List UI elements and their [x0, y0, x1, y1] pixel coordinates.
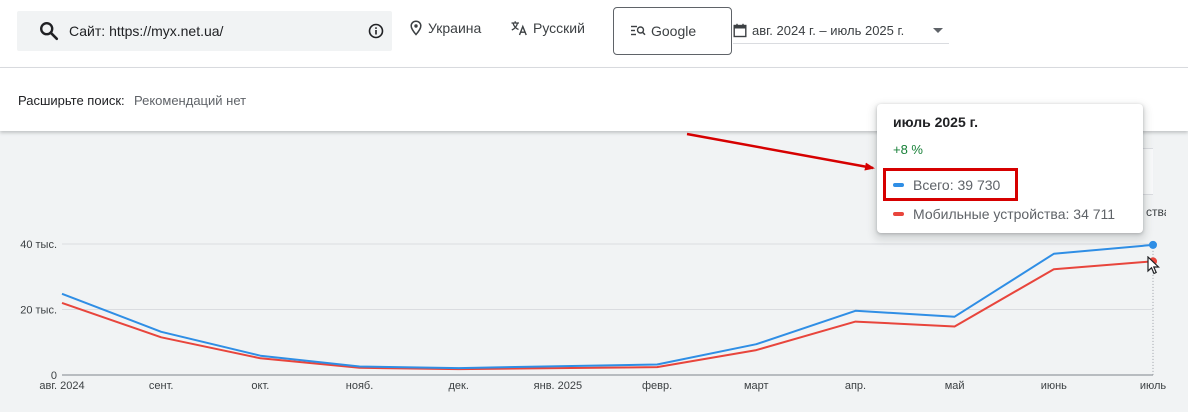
x-tick-label: июль [1140, 380, 1167, 392]
search-input[interactable]: Сайт: https://myx.net.ua/ [69, 23, 368, 39]
y-tick-label: 40 тыс. [20, 239, 57, 251]
language-filter[interactable]: Русский [510, 20, 585, 36]
period-label: авг. 2024 г. – июль 2025 г. [752, 23, 905, 38]
y-tick-label: 20 тыс. [20, 305, 57, 317]
top-toolbar: Сайт: https://myx.net.ua/ Украина Русски… [0, 0, 1188, 68]
search-list-icon [631, 25, 646, 36]
x-tick-label: янв. 2025 [534, 380, 582, 392]
legend-swatch-mobile [893, 212, 904, 216]
series-line-mobile [61, 260, 1154, 371]
search-engine-label: Google [651, 23, 697, 39]
calendar-icon [733, 23, 747, 38]
chevron-down-icon[interactable] [933, 28, 943, 33]
language-label: Русский [533, 20, 585, 36]
x-tick-label: март [744, 380, 769, 392]
x-tick-label: апр. [845, 380, 866, 392]
mouse-cursor-icon [1147, 256, 1160, 275]
expand-search-label: Расширьте поиск: [18, 93, 125, 108]
search-icon [40, 22, 59, 41]
x-tick-label: дек. [449, 380, 469, 392]
tooltip-change: +8 % [893, 142, 923, 157]
info-icon[interactable] [368, 23, 384, 39]
country-label: Украина [428, 20, 482, 36]
x-tick-label: июнь [1041, 380, 1067, 392]
search-field[interactable]: Сайт: https://myx.net.ua/ [17, 11, 392, 51]
chart-tooltip: июль 2025 г. +8 % Всего: 39 730 Мобильны… [877, 104, 1143, 233]
tooltip-mobile-label: Мобильные устройства: 34 711 [913, 206, 1116, 222]
x-tick-label: сент. [149, 380, 174, 392]
expand-search-value: Рекомендаций нет [134, 93, 247, 108]
search-engine-selector[interactable]: Google [613, 7, 732, 55]
x-tick-label: май [945, 380, 965, 392]
annotation-highlight-box [883, 168, 1018, 201]
x-tick-label: окт. [251, 380, 269, 392]
partially-hidden-label: ства [1146, 205, 1166, 219]
period-selector[interactable]: авг. 2024 г. – июль 2025 г. [733, 18, 949, 44]
data-point-total [1149, 240, 1157, 249]
tooltip-title: июль 2025 г. [893, 114, 978, 130]
translate-icon [511, 21, 527, 36]
location-pin-icon [410, 20, 422, 36]
tooltip-row-mobile: Мобильные устройства: 34 711 [893, 206, 1115, 222]
x-tick-label: нояб. [346, 380, 374, 392]
x-tick-label: февр. [642, 380, 672, 392]
x-tick-label: авг. 2024 [39, 380, 84, 392]
country-filter[interactable]: Украина [409, 20, 481, 36]
